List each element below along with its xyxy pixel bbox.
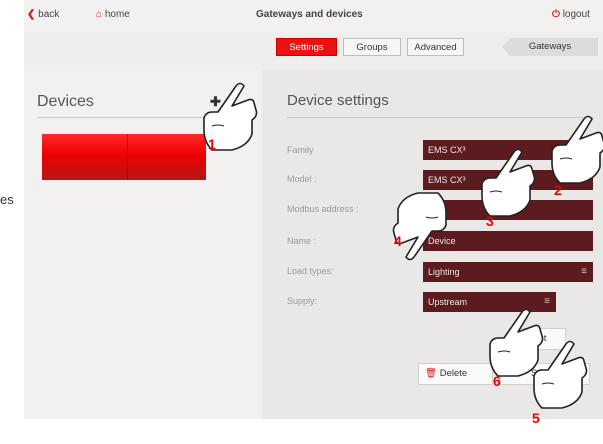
step-marker-4: 4 (394, 233, 402, 249)
hand-pointer-icon (489, 308, 544, 377)
step-marker-2: 2 (554, 182, 562, 198)
hand-pointer-icon (481, 148, 536, 217)
step-marker-5: 5 (532, 410, 540, 426)
hand-pointer-icon (551, 115, 603, 184)
step-marker-3: 3 (486, 213, 494, 229)
step-marker-6: 6 (493, 373, 501, 389)
hand-pointer-icon (392, 192, 447, 261)
hand-pointer-icon (533, 340, 588, 409)
annotation-layer (203, 82, 603, 409)
step-marker-1: 1 (208, 136, 216, 152)
